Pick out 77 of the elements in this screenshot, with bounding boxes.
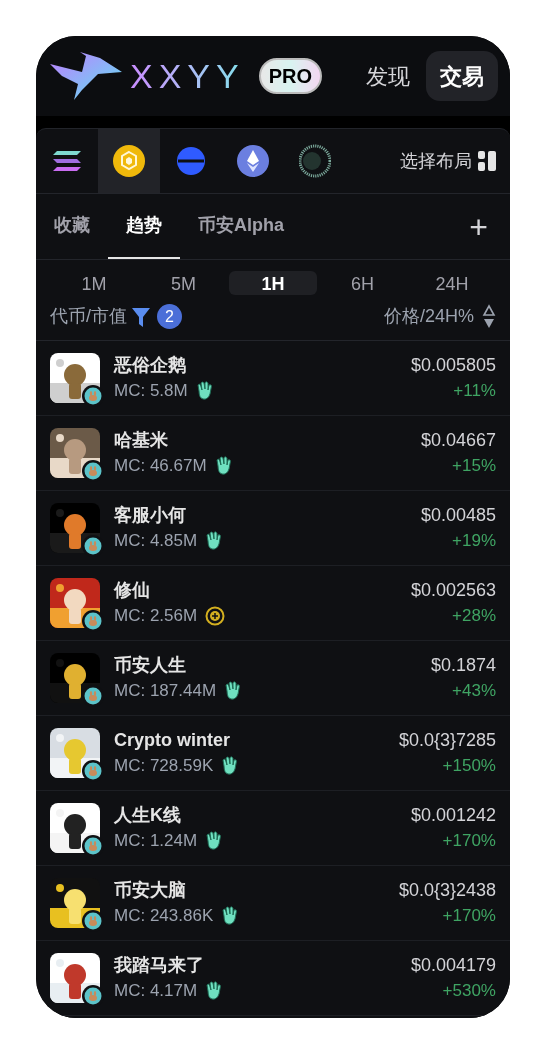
token-name: Crypto winter — [114, 729, 231, 752]
timeframe-tab[interactable]: 1H — [229, 271, 317, 295]
layout-button[interactable]: 选择布局 — [400, 129, 496, 193]
filter-count-badge: 2 — [157, 304, 182, 329]
token-price: $0.0{3}7285 — [398, 729, 496, 752]
bunny-coin-icon — [81, 984, 105, 1008]
hand-icon — [221, 756, 240, 776]
price-change: +15% — [452, 455, 496, 477]
list-tab[interactable]: 趋势 — [108, 194, 180, 259]
market-cap: MC: 4.17M — [114, 980, 198, 1002]
circle-minus-icon — [175, 144, 207, 178]
price-change: +170% — [442, 830, 496, 852]
bunny-coin-icon — [81, 609, 105, 633]
token-price: $0.1874 — [430, 654, 496, 677]
market-cap: MC: 243.86K — [114, 905, 214, 927]
market-cap: MC: 5.8M — [114, 380, 188, 402]
timeframe-tab[interactable]: 6H — [318, 271, 407, 295]
hand-icon — [205, 531, 224, 551]
token-name: 我踏马来了 — [114, 954, 205, 977]
bunny-coin-icon — [81, 759, 105, 783]
cube-coin-icon — [113, 144, 145, 178]
list-tab[interactable]: 币安Alpha — [184, 194, 298, 259]
price-change: +43% — [452, 680, 496, 702]
price-change: +170% — [442, 905, 496, 927]
price-change: +19% — [452, 530, 496, 552]
price-change: +530% — [442, 980, 496, 1002]
token-name: 修仙 — [114, 579, 151, 602]
token-column-header: 代币/市值 — [50, 305, 127, 328]
market-cap: MC: 187.44M — [114, 680, 217, 702]
pro-badge: PRO — [258, 58, 323, 94]
token-price: $0.0{3}2438 — [398, 879, 496, 902]
sort-icon[interactable] — [482, 303, 496, 330]
token-price: $0.002563 — [410, 579, 496, 602]
timeframe-tab[interactable]: 24H — [408, 271, 496, 295]
token-name: 币安大脑 — [114, 879, 187, 902]
hand-icon — [214, 456, 233, 476]
ring-icon — [299, 144, 331, 178]
bunny-coin-icon — [81, 384, 105, 408]
price-change: +11% — [453, 380, 496, 402]
nav-tab[interactable]: 发现 — [356, 51, 420, 101]
token-name: 哈基米 — [114, 429, 169, 452]
timeframe-tab[interactable]: 1M — [50, 271, 138, 295]
token-price: $0.004179 — [410, 954, 496, 977]
token-price: $0.005805 — [410, 354, 496, 377]
price-change: +150% — [442, 755, 496, 777]
market-cap: MC: 1.24M — [114, 830, 198, 852]
hand-icon — [205, 831, 224, 851]
timeframe-tab[interactable]: 5M — [139, 271, 228, 295]
list-tab[interactable]: 收藏 — [40, 194, 104, 259]
token-name: 人生K线 — [114, 804, 182, 827]
bunny-coin-icon — [81, 534, 105, 558]
filter-icon[interactable] — [131, 305, 151, 328]
market-cap: MC: 46.67M — [114, 455, 207, 477]
bunny-coin-icon — [81, 459, 105, 483]
price-column-header: 价格/24H% — [383, 305, 474, 328]
hand-icon — [205, 981, 224, 1001]
bird-logo-icon — [48, 50, 124, 102]
nav-tab[interactable]: 交易 — [426, 51, 498, 101]
hand-icon — [221, 906, 240, 926]
token-name: 恶俗企鹅 — [114, 354, 187, 377]
coin-icon — [205, 606, 226, 626]
market-cap: MC: 728.59K — [114, 755, 214, 777]
token-name: 币安人生 — [114, 654, 187, 677]
token-price: $0.001242 — [410, 804, 496, 827]
hand-icon — [224, 681, 243, 701]
price-change: +28% — [452, 605, 496, 627]
layout-grid-icon — [478, 151, 496, 171]
bunny-coin-icon — [81, 834, 105, 858]
hand-icon — [195, 381, 214, 401]
token-name: 客服小何 — [114, 504, 187, 527]
chain-tab[interactable] — [98, 129, 160, 193]
add-tab-button[interactable]: + — [469, 194, 488, 259]
market-cap: MC: 4.85M — [114, 530, 198, 552]
market-cap: MC: 2.56M — [114, 605, 198, 627]
token-price: $0.00485 — [420, 504, 496, 527]
token-price: $0.04667 — [420, 429, 496, 452]
bunny-coin-icon — [81, 909, 105, 933]
